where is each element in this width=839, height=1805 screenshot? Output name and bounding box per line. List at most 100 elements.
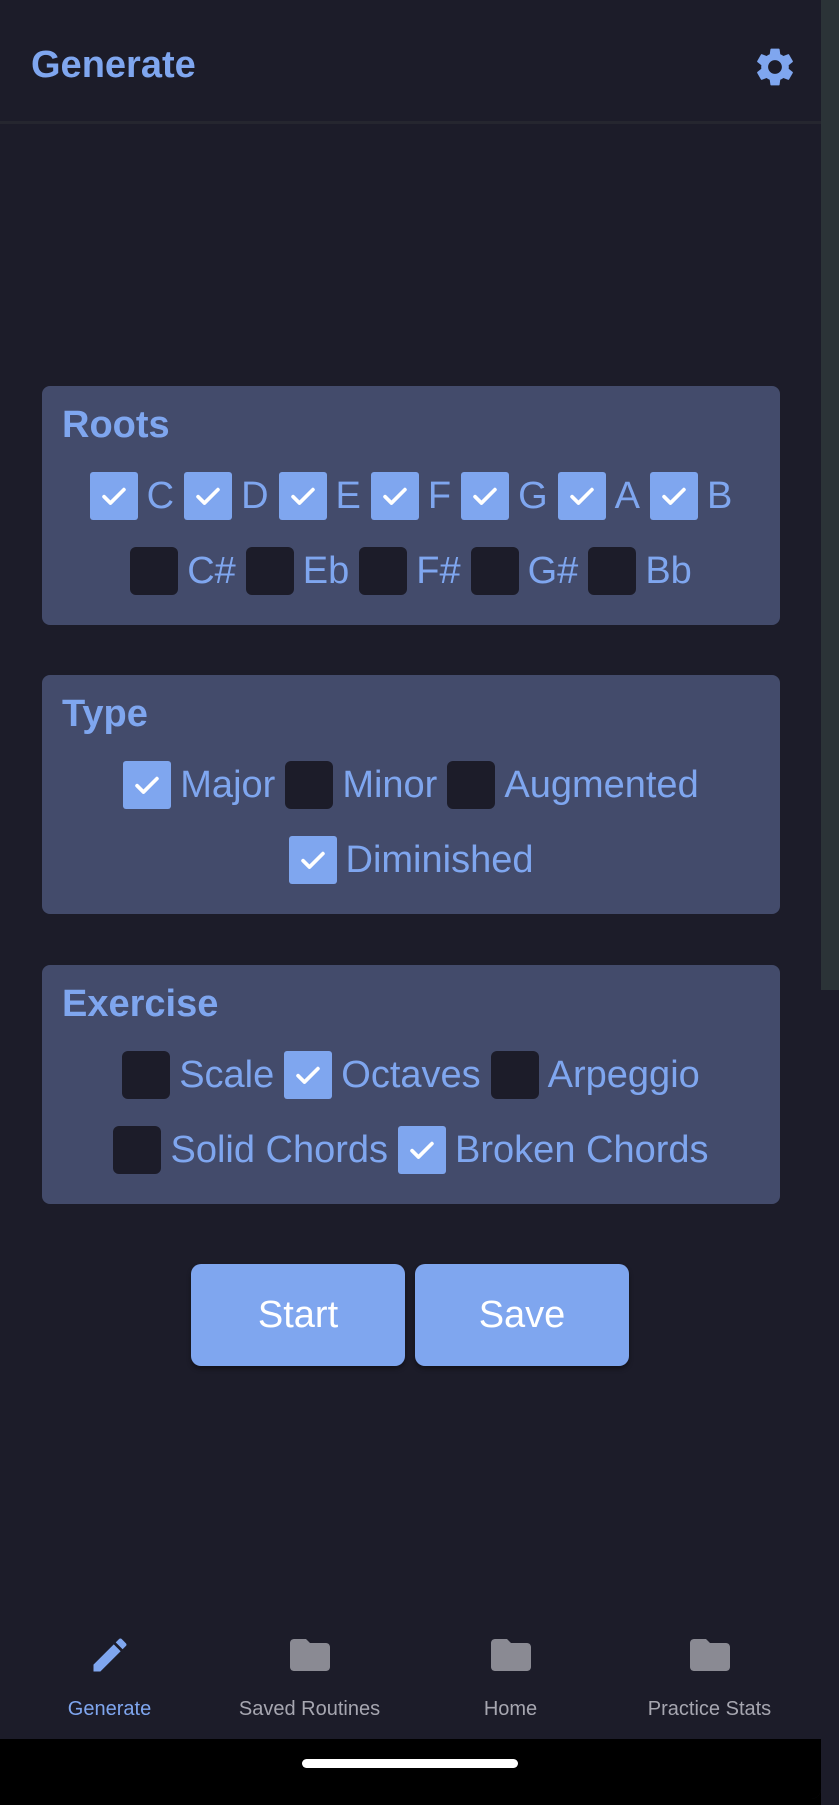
folder-icon bbox=[490, 1639, 531, 1671]
nav-item-generate[interactable]: Generate bbox=[7, 1630, 212, 1721]
gear-icon bbox=[757, 48, 793, 86]
type-card: Type Major Minor Augmented Diminished bbox=[42, 675, 780, 914]
option-label: Broken Chords bbox=[455, 1128, 709, 1171]
save-button[interactable]: Save bbox=[415, 1264, 629, 1366]
option-major[interactable]: Major bbox=[123, 761, 275, 809]
checkbox-c[interactable] bbox=[89, 472, 138, 520]
option-g-sharp[interactable]: G# bbox=[470, 547, 579, 595]
type-row-1: Major Minor Augmented bbox=[42, 760, 780, 810]
checkmark-icon bbox=[662, 487, 686, 505]
option-label: C# bbox=[187, 549, 236, 592]
settings-button[interactable] bbox=[752, 44, 798, 90]
option-arpeggio[interactable]: Arpeggio bbox=[490, 1051, 700, 1099]
checkmark-icon bbox=[135, 776, 160, 794]
start-button[interactable]: Start bbox=[191, 1264, 405, 1366]
checkbox-c-sharp[interactable] bbox=[130, 547, 179, 595]
option-scale[interactable]: Scale bbox=[122, 1051, 274, 1099]
checkmark-icon bbox=[296, 1066, 321, 1084]
bottom-navigation: Generate Saved Routines Home Practice St… bbox=[0, 1600, 821, 1740]
option-e[interactable]: E bbox=[278, 472, 361, 520]
option-label: G bbox=[518, 474, 548, 517]
checkbox-f[interactable] bbox=[370, 472, 419, 520]
checkbox-g[interactable] bbox=[461, 472, 510, 520]
checkbox-d[interactable] bbox=[184, 472, 233, 520]
option-augmented[interactable]: Augmented bbox=[447, 761, 699, 809]
folder-icon bbox=[289, 1639, 330, 1671]
option-f[interactable]: F bbox=[370, 472, 451, 520]
option-label: Minor bbox=[342, 763, 438, 806]
checkbox-diminished[interactable] bbox=[288, 836, 337, 884]
option-c[interactable]: C bbox=[89, 472, 175, 520]
option-label: Augmented bbox=[504, 763, 699, 806]
checkbox-minor[interactable] bbox=[285, 761, 334, 809]
option-label: A bbox=[614, 474, 641, 517]
option-minor[interactable]: Minor bbox=[285, 761, 437, 809]
checkmark-icon bbox=[290, 487, 315, 505]
home-indicator[interactable] bbox=[302, 1759, 518, 1768]
page-title: Generate bbox=[31, 44, 196, 86]
app-screen: Generate Roots C D E F G A B C# Eb F# G# Bb Type M… bbox=[0, 0, 821, 1799]
checkbox-major[interactable] bbox=[123, 761, 172, 809]
checkbox-solid-chords[interactable] bbox=[113, 1126, 162, 1174]
nav-item-saved-routines[interactable]: Saved Routines bbox=[207, 1630, 412, 1721]
exercise-card: Exercise Scale Octaves Arpeggio Solid Chor… bbox=[42, 965, 780, 1204]
option-eb[interactable]: Eb bbox=[245, 547, 350, 595]
option-c-sharp[interactable]: C# bbox=[130, 547, 236, 595]
option-a[interactable]: A bbox=[557, 472, 641, 520]
checkbox-a[interactable] bbox=[557, 472, 606, 520]
option-label: Arpeggio bbox=[547, 1053, 700, 1096]
option-bb[interactable]: Bb bbox=[588, 547, 692, 595]
option-label: Diminished bbox=[345, 838, 534, 881]
checkmark-icon bbox=[196, 487, 220, 505]
nav-item-practice-stats[interactable]: Practice Stats bbox=[607, 1630, 812, 1721]
option-g[interactable]: G bbox=[461, 472, 548, 520]
option-label: Eb bbox=[302, 549, 350, 592]
nav-label-generate: Generate bbox=[67, 1698, 152, 1720]
option-label: G# bbox=[527, 549, 579, 592]
checkbox-augmented[interactable] bbox=[447, 761, 496, 809]
option-solid-chords[interactable]: Solid Chords bbox=[113, 1126, 388, 1174]
pencil-icon bbox=[93, 1638, 127, 1672]
window-edge bbox=[821, 0, 839, 1805]
option-label: B bbox=[707, 474, 733, 517]
checkbox-f-sharp[interactable] bbox=[359, 547, 408, 595]
option-label: Octaves bbox=[341, 1053, 481, 1096]
checkbox-b[interactable] bbox=[650, 472, 699, 520]
option-label: Solid Chords bbox=[170, 1128, 389, 1171]
checkbox-bb[interactable] bbox=[588, 547, 637, 595]
roots-card: Roots C D E F G A B C# Eb F# G# Bb bbox=[42, 386, 780, 625]
option-octaves[interactable]: Octaves bbox=[284, 1051, 481, 1099]
checkbox-arpeggio[interactable] bbox=[490, 1051, 539, 1099]
option-label: C bbox=[146, 474, 175, 517]
checkbox-eb[interactable] bbox=[245, 547, 294, 595]
top-app-bar: Generate bbox=[0, 0, 821, 124]
type-title: Type bbox=[62, 693, 148, 735]
system-gesture-area bbox=[0, 1739, 821, 1799]
exercise-row-2: Solid Chords Broken Chords bbox=[42, 1125, 780, 1175]
scrollbar[interactable] bbox=[821, 0, 839, 990]
roots-title: Roots bbox=[62, 404, 170, 446]
option-b[interactable]: B bbox=[650, 472, 732, 520]
checkbox-octaves[interactable] bbox=[284, 1051, 333, 1099]
checkbox-scale[interactable] bbox=[122, 1051, 171, 1099]
checkbox-broken-chords[interactable] bbox=[398, 1126, 447, 1174]
nav-label-saved-routines: Saved Routines bbox=[238, 1698, 381, 1720]
nav-label-practice-stats: Practice Stats bbox=[647, 1698, 772, 1720]
option-d[interactable]: D bbox=[184, 472, 269, 520]
checkmark-icon bbox=[410, 1141, 434, 1159]
nav-item-home[interactable]: Home bbox=[408, 1630, 613, 1721]
option-label: Scale bbox=[179, 1053, 275, 1096]
checkmark-icon bbox=[383, 487, 407, 505]
option-f-sharp[interactable]: F# bbox=[359, 547, 461, 595]
checkmark-icon bbox=[473, 487, 497, 505]
option-label: Major bbox=[180, 763, 276, 806]
checkbox-g-sharp[interactable] bbox=[470, 547, 519, 595]
option-broken-chords[interactable]: Broken Chords bbox=[398, 1126, 709, 1174]
option-diminished[interactable]: Diminished bbox=[288, 836, 534, 884]
checkbox-e[interactable] bbox=[278, 472, 327, 520]
roots-row-2: C# Eb F# G# Bb bbox=[42, 546, 780, 596]
exercise-row-1: Scale Octaves Arpeggio bbox=[42, 1050, 780, 1100]
option-label: D bbox=[241, 474, 269, 517]
exercise-title: Exercise bbox=[62, 983, 219, 1025]
roots-row-1: C DEF G A B bbox=[42, 471, 780, 521]
